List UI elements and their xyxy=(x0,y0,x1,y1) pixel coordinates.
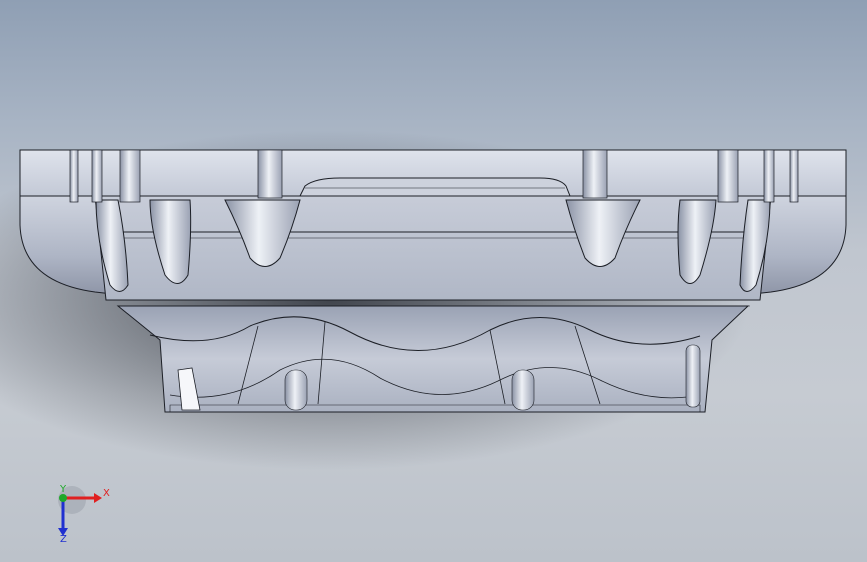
z-axis-label: Z xyxy=(60,534,67,545)
flange-rib-2[interactable] xyxy=(91,149,103,203)
flange-rib-8[interactable] xyxy=(789,149,799,203)
middle-body[interactable] xyxy=(94,195,772,301)
model-view[interactable] xyxy=(0,0,867,562)
flange-rib-5[interactable] xyxy=(582,149,608,199)
top-boss[interactable] xyxy=(299,177,571,197)
flange-rib-3[interactable] xyxy=(119,149,141,203)
flange-rib-7[interactable] xyxy=(763,149,775,203)
flange-rib-6[interactable] xyxy=(717,149,739,203)
y-axis-dot-icon xyxy=(59,494,67,502)
graphics-viewport[interactable] xyxy=(0,0,867,562)
lower-rib-3[interactable] xyxy=(685,344,701,408)
lower-rib-2[interactable] xyxy=(511,369,535,411)
y-axis-label: Y xyxy=(59,484,67,495)
x-axis-head-icon xyxy=(94,493,102,503)
coordinate-triad[interactable]: X Z Y xyxy=(48,480,118,550)
flange-rib-1[interactable] xyxy=(69,149,79,203)
x-axis-label: X xyxy=(103,488,110,499)
lower-rib-1[interactable] xyxy=(284,369,308,411)
flange-rib-4[interactable] xyxy=(257,149,283,199)
